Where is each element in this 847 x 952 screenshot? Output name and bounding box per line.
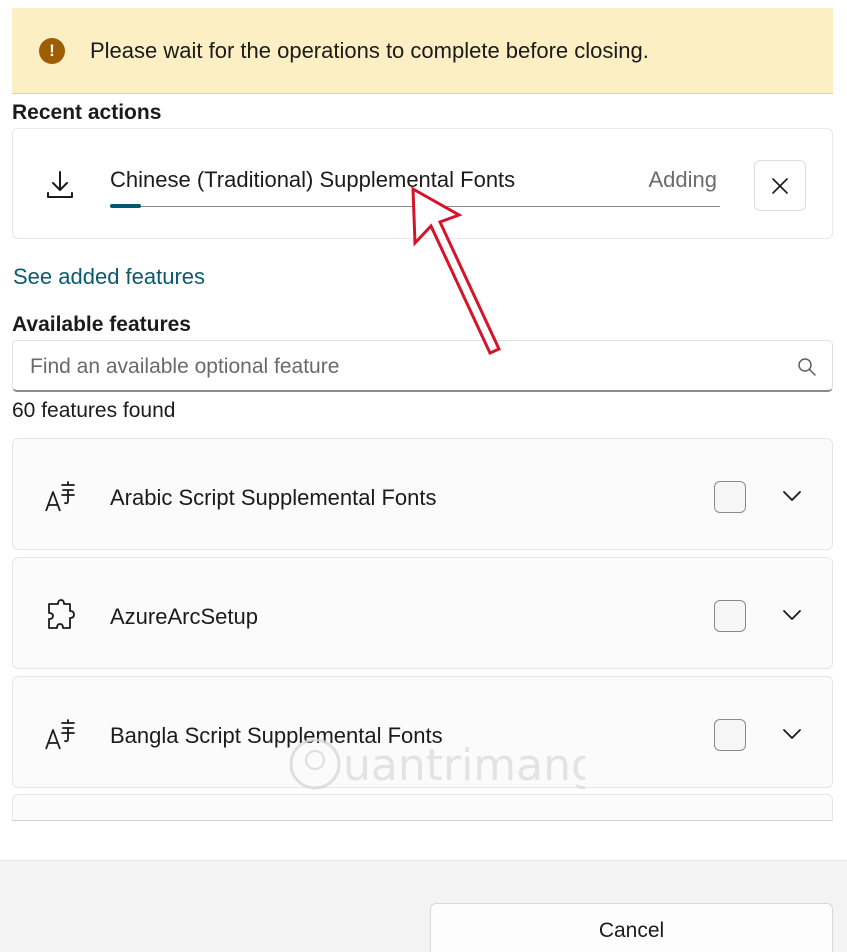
cancel-action-button[interactable] [754,160,806,211]
features-count: 60 features found [12,399,176,422]
search-icon[interactable] [797,357,817,377]
chevron-down-icon[interactable] [781,606,803,624]
chevron-down-icon[interactable] [781,487,803,505]
available-features-heading: Available features [12,313,191,336]
svg-text:uantrimang: uantrimang [343,740,585,791]
feature-name: AzureArcSetup [110,604,258,629]
annotation-arrow [411,186,502,355]
feature-row[interactable]: Arabic Script Supplemental Fonts [12,438,833,550]
feature-row[interactable]: AzureArcSetup [12,557,833,669]
warning-icon: ! [39,37,65,64]
puzzle-icon [48,599,75,629]
optional-features-dialog: ! Please wait for the operations to comp… [0,0,847,952]
warning-message: Please wait for the operations to comple… [90,37,649,63]
progress-fill [110,204,141,208]
font-icon [45,481,75,512]
feature-checkbox[interactable] [714,719,746,751]
see-added-features-link[interactable]: See added features [13,264,205,290]
recent-action-status: Adding [648,167,717,192]
feature-checkbox[interactable] [714,600,746,632]
warning-banner: ! Please wait for the operations to comp… [12,8,833,94]
watermark-logo: uantrimang [289,738,585,791]
cancel-button[interactable]: Cancel [430,903,833,952]
feature-checkbox[interactable] [714,481,746,513]
recent-actions-heading: Recent actions [12,101,162,124]
feature-name: Arabic Script Supplemental Fonts [110,485,437,510]
dialog-footer: Cancel [0,860,847,952]
font-icon [45,719,75,750]
download-icon [47,171,73,198]
close-icon [772,177,788,194]
chevron-down-icon[interactable] [781,725,803,743]
